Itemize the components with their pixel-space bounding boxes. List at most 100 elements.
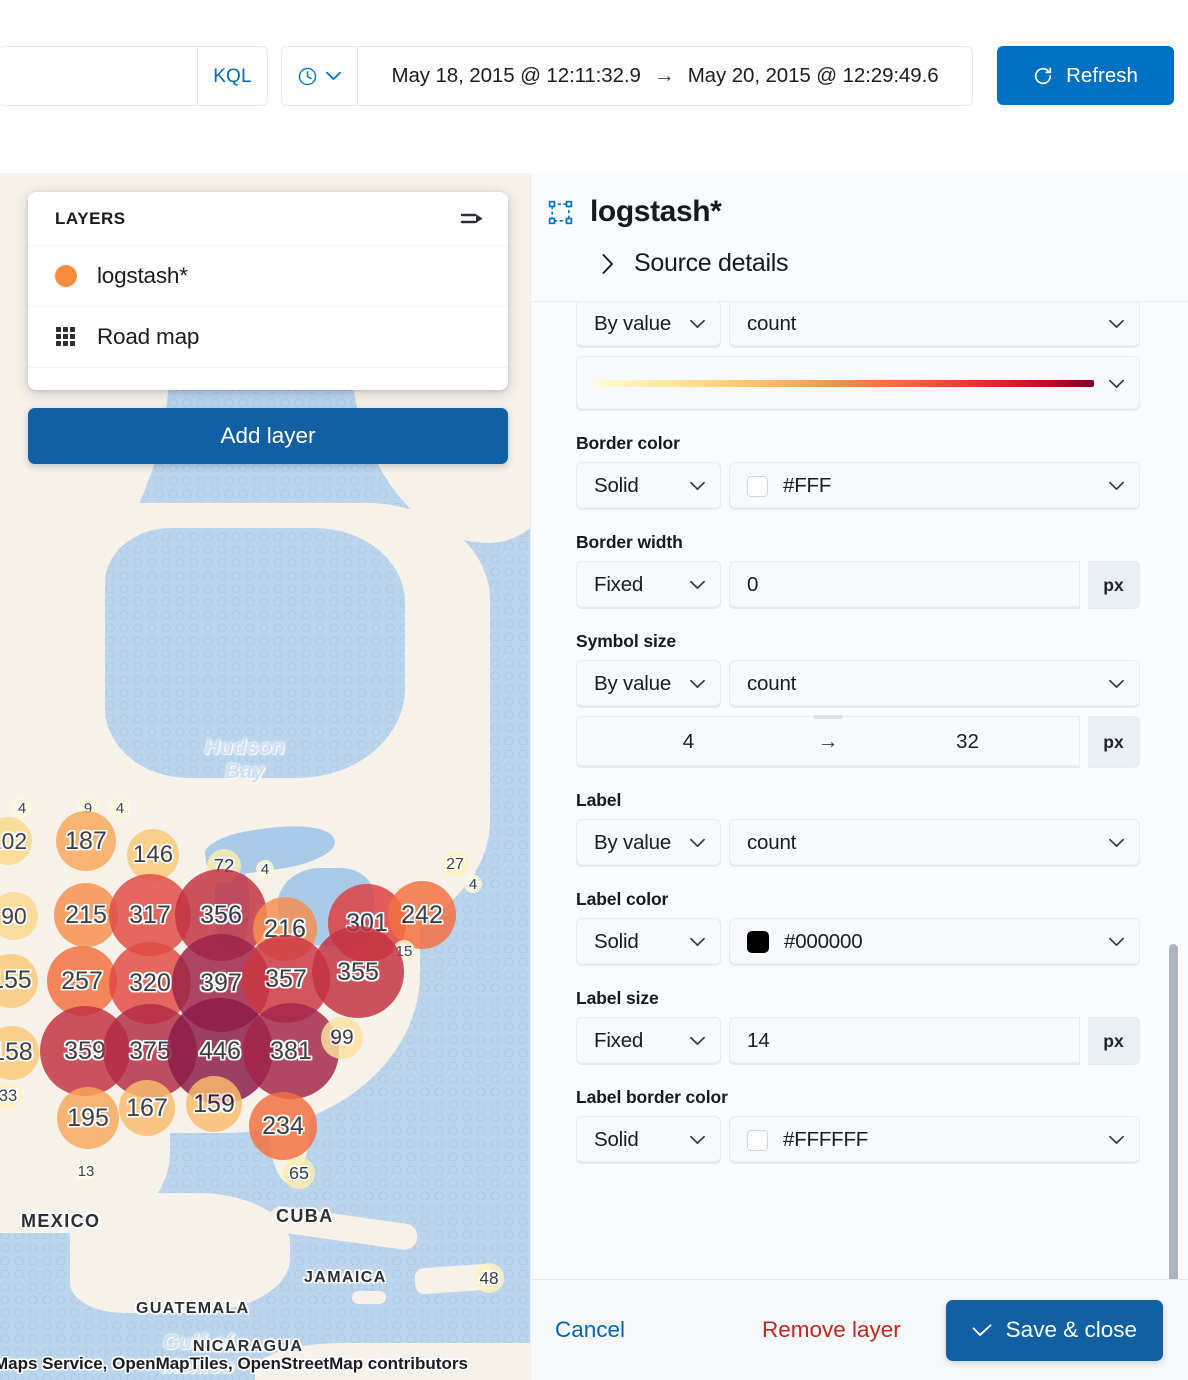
symbol-size-max-input[interactable]: 32: [856, 717, 1079, 767]
symbol-size-range[interactable]: 4 → 32: [576, 715, 1080, 768]
map-cluster-marker[interactable]: 187: [56, 811, 116, 871]
color-swatch: [747, 475, 768, 497]
panel-scrollbar-thumb[interactable]: [1169, 944, 1178, 1279]
country-label-jamaica: JAMAICA: [304, 1269, 387, 1286]
label-border-color-value-select[interactable]: #FFFFFF: [729, 1116, 1140, 1164]
field-label: Border color: [576, 433, 680, 453]
cluster-count-label: 356: [200, 900, 242, 929]
chevron-down-icon: [690, 1036, 705, 1045]
clock-icon: [298, 67, 317, 85]
remove-layer-button[interactable]: Remove layer: [756, 1316, 907, 1344]
chevron-down-icon: [690, 1135, 705, 1144]
select-value: count: [747, 831, 797, 854]
cluster-count-label: 4: [260, 860, 270, 878]
field-label: Label size: [576, 988, 659, 1008]
cluster-count-label: 320: [129, 968, 171, 997]
map-cluster-marker[interactable]: 13: [76, 1161, 96, 1181]
map-attribution: Maps Service, OpenMapTiles, OpenStreetMa…: [0, 1354, 468, 1373]
cluster-count-label: 357: [265, 964, 307, 993]
fill-color-field-select[interactable]: count: [729, 302, 1140, 348]
layer-editor-form: Fill color By value count: [531, 302, 1188, 1279]
select-value: By value: [594, 831, 672, 854]
label-size-type-select[interactable]: Fixed: [576, 1017, 721, 1065]
field-label-color: Label color Solid #000000: [576, 889, 1140, 966]
color-swatch: [747, 931, 769, 953]
label-color-type-select[interactable]: Solid: [576, 918, 721, 966]
map-cluster-marker[interactable]: 4: [464, 875, 482, 893]
fill-color-type-select[interactable]: By value: [576, 302, 721, 348]
symbol-size-type-select[interactable]: By value: [576, 660, 721, 708]
symbol-size-min-input[interactable]: 4: [577, 717, 800, 767]
fill-color-ramp-select[interactable]: [576, 356, 1140, 411]
field-label: Label: [576, 790, 622, 810]
field-label: Symbol size: [576, 631, 677, 651]
label-size-input[interactable]: 14: [729, 1017, 1080, 1065]
cluster-count-label: 375: [129, 1036, 171, 1065]
map-cluster-marker[interactable]: 195: [57, 1087, 119, 1149]
field-label: Label color: [576, 889, 669, 909]
map-cluster-marker[interactable]: 4: [12, 798, 32, 818]
label-border-color-type-select[interactable]: Solid: [576, 1116, 721, 1164]
save-label: Save & close: [1005, 1317, 1137, 1342]
field-label-border-color: Label border color Solid #FFFFFF: [576, 1087, 1140, 1164]
source-details-toggle[interactable]: Source details: [531, 249, 1188, 278]
map-cluster-marker[interactable]: 65: [283, 1157, 315, 1189]
layer-label: logstash*: [97, 263, 188, 288]
cluster-count-label: 381: [270, 1036, 312, 1065]
border-color-type-select[interactable]: Solid: [576, 462, 721, 510]
cluster-count-label: 159: [193, 1089, 235, 1118]
map-cluster-marker[interactable]: 355: [312, 926, 404, 1018]
map-cluster-marker[interactable]: 4: [256, 860, 274, 878]
label-type-select[interactable]: By value: [576, 819, 721, 867]
symbol-size-field-select[interactable]: count: [729, 660, 1140, 708]
label-color-value-select[interactable]: #000000: [729, 918, 1140, 966]
border-width-unit: px: [1088, 561, 1140, 609]
layer-label: Road map: [97, 324, 200, 349]
map-cluster-marker[interactable]: 99: [321, 1017, 363, 1059]
water-label-hudson-bay: Hudson Bay: [204, 736, 286, 783]
range-divider-tick: [813, 715, 843, 719]
date-arrow-icon: →: [653, 64, 675, 87]
quick-select-button[interactable]: [282, 47, 358, 105]
kql-language-button[interactable]: KQL: [197, 48, 267, 105]
symbol-size-unit: px: [1088, 716, 1140, 768]
layers-panel: LAYERS logstash* Road map: [28, 192, 508, 390]
query-input-shell[interactable]: KQL: [0, 46, 268, 106]
field-label: Label border color: [576, 1087, 728, 1107]
refresh-button[interactable]: Refresh: [997, 46, 1174, 105]
country-label-mexico: MEXICO: [21, 1211, 101, 1231]
add-layer-button[interactable]: Add layer: [28, 408, 508, 464]
map-cluster-marker[interactable]: 159: [186, 1076, 242, 1132]
map-cluster-marker[interactable]: 48: [474, 1263, 504, 1293]
border-width-input[interactable]: 0: [729, 561, 1080, 609]
border-color-value-select[interactable]: #FFF: [729, 462, 1140, 510]
date-range-picker[interactable]: May 18, 2015 @ 12:11:32.9 → May 20, 2015…: [281, 46, 973, 106]
chevron-down-icon: [690, 580, 705, 589]
cancel-button[interactable]: Cancel: [549, 1316, 631, 1344]
date-range-text[interactable]: May 18, 2015 @ 12:11:32.9 → May 20, 2015…: [358, 64, 972, 88]
map-cluster-marker[interactable]: 167: [119, 1080, 175, 1136]
cluster-count-label: 257: [61, 966, 103, 995]
chevron-down-icon: [1109, 481, 1124, 490]
collapse-panel-icon[interactable]: [460, 209, 486, 229]
cluster-count-label: 102: [0, 827, 28, 854]
map-cluster-marker[interactable]: 234: [249, 1092, 317, 1160]
sidebar-item-logstash[interactable]: logstash*: [28, 246, 508, 307]
sidebar-item-road-map[interactable]: Road map: [28, 307, 508, 368]
map-cluster-marker[interactable]: 27: [442, 851, 468, 877]
input-value: 14: [747, 1029, 770, 1052]
cluster-count-label: 4: [468, 875, 478, 893]
map-cluster-marker[interactable]: 242: [388, 881, 456, 949]
check-icon: [972, 1323, 992, 1336]
refresh-icon: [1035, 67, 1052, 84]
layers-panel-title: LAYERS: [55, 208, 126, 228]
layer-editor-header: logstash* Source details: [531, 173, 1188, 302]
label-field-select[interactable]: count: [729, 819, 1140, 867]
save-and-close-button[interactable]: Save & close: [945, 1299, 1163, 1361]
cluster-count-label: 90: [1, 902, 27, 929]
bounding-box-icon: [548, 200, 573, 224]
field-symbol-size: Symbol size By value count 4 → 32 px: [576, 631, 1140, 768]
border-width-type-select[interactable]: Fixed: [576, 561, 721, 609]
map-cluster-marker[interactable]: 4: [110, 798, 130, 818]
cluster-count-label: 195: [67, 1103, 109, 1132]
